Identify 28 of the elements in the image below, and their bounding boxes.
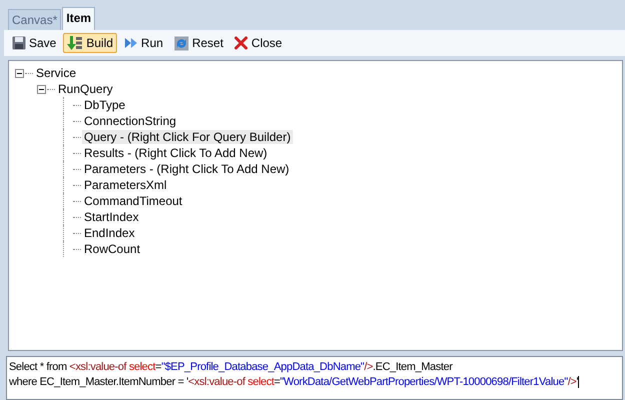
code-line: where EC_Item_Master.ItemNumber = '<xsl:value-of select="WorkData/GetWebPartProperties/WPT-10000698/Filter1Value"/>' [9,375,580,390]
close-button[interactable]: Close [230,34,286,52]
tree-item[interactable]: StartIndex [82,210,141,224]
tree-item[interactable]: RowCount [82,242,142,256]
run-button[interactable]: Run [120,34,168,52]
tree-item[interactable]: EndIndex [82,226,137,240]
code-line: Select * from <xsl:value-of select="$EP_Profile_Database_AppData_DbName"/>.EC_Item_Master [9,360,454,375]
refresh-icon [174,36,190,50]
build-icon [67,35,84,51]
tab[interactable]: Canvas* [8,9,62,30]
collapse-icon[interactable] [15,68,24,78]
save-button[interactable]: Save [8,34,60,52]
fast-forward-icon [124,36,138,50]
tree-item[interactable]: RunQuery [56,82,115,96]
tree-item[interactable]: ParametersXml [82,178,169,192]
tree-item[interactable]: ConnectionString [82,114,178,128]
close-icon [234,36,248,50]
reset-button[interactable]: Reset [170,34,228,52]
tree-item[interactable]: Results - (Right Click To Add New) [82,146,270,160]
tab[interactable]: Item [62,7,96,30]
query-editor[interactable] [6,356,623,400]
tree-item[interactable]: DbType [82,98,128,112]
build-button[interactable]: Build [63,33,118,53]
tree-item[interactable]: CommandTimeout [82,194,184,208]
tree-item[interactable]: Parameters - (Right Click To Add New) [82,162,292,176]
tree-item[interactable]: Query - (Right Click For Query Builder) [82,130,293,144]
tree-item[interactable]: Service [34,66,78,80]
collapse-icon[interactable] [37,84,46,94]
